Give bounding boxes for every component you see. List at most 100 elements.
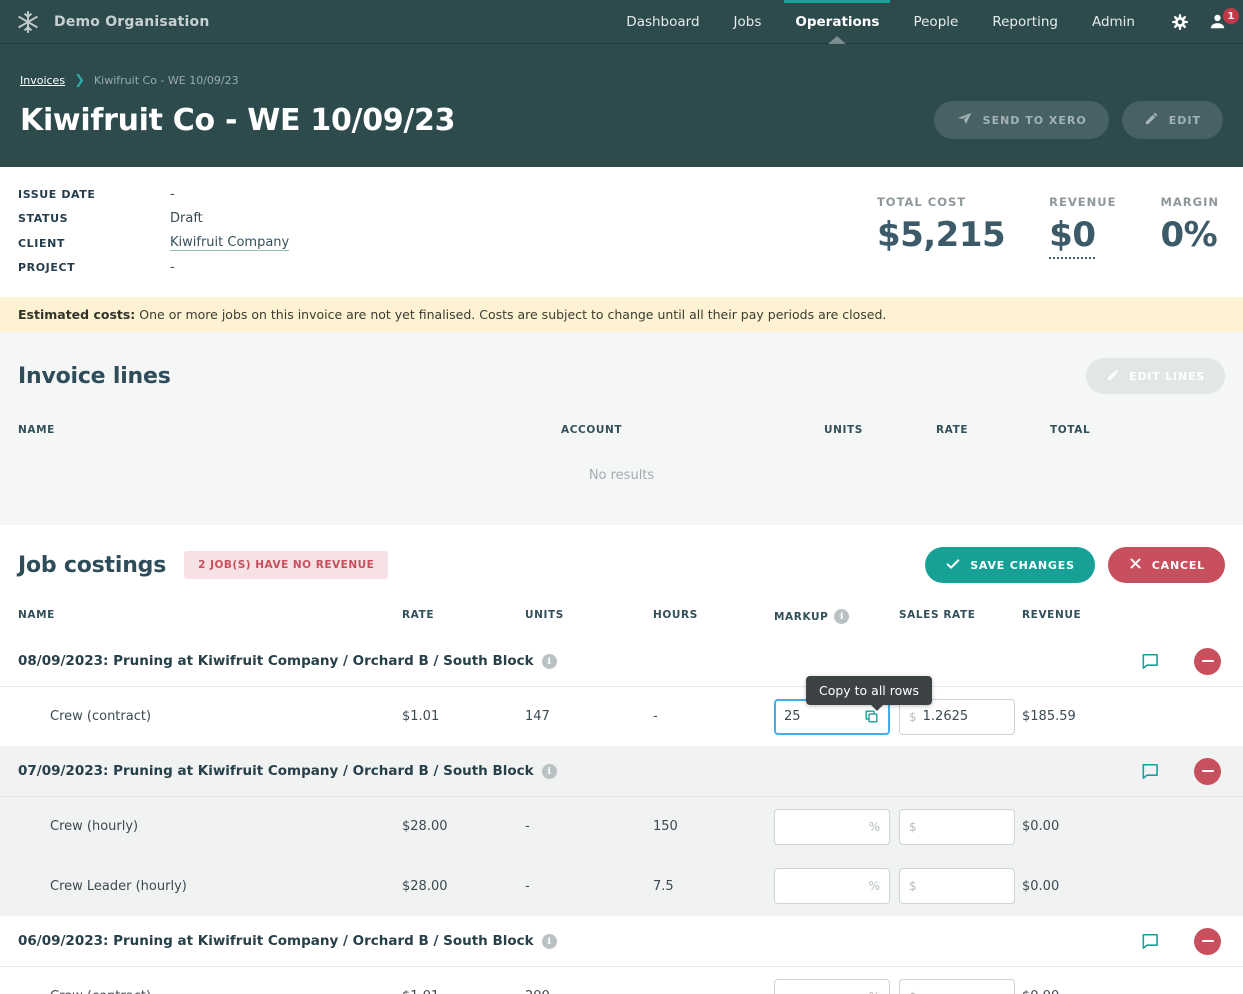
edit-button[interactable]: EDIT [1122,101,1223,139]
job-group-title: 07/09/2023: Pruning at Kiwifruit Company… [18,763,557,779]
col-revenue: REVENUE [1022,609,1225,624]
edit-lines-button[interactable]: EDIT LINES [1086,358,1225,394]
status-value: Draft [170,211,203,226]
remove-job-button[interactable] [1194,758,1221,785]
row-units: - [525,819,653,834]
comment-icon[interactable] [1140,651,1160,671]
check-icon [945,556,961,575]
breadcrumb: Invoices ❯ Kiwifruit Co - WE 10/09/23 [20,74,1223,87]
markup-input[interactable] [784,709,863,724]
nav-item-admin[interactable]: Admin [1075,0,1152,44]
markup-info-icon[interactable]: i [834,609,849,624]
row-rate: $1.01 [402,709,525,724]
nav-item-jobs[interactable]: Jobs [717,0,779,44]
nav-item-operations[interactable]: Operations [778,0,896,44]
job-costings-section: Job costings 2 JOB(S) HAVE NO REVENUE SA… [0,525,1243,994]
pencil-icon [1144,111,1159,129]
col-hours: HOURS [653,609,774,624]
cancel-button[interactable]: CANCEL [1108,547,1225,583]
row-hours: - [653,709,774,724]
comment-icon[interactable] [1140,931,1160,951]
sales-rate-input[interactable] [923,879,1005,894]
brand[interactable]: Demo Organisation [14,8,210,36]
top-nav: Demo Organisation Dashboard Jobs Operati… [0,0,1243,44]
costing-row: Crew Leader (hourly) $28.00 - 7.5 % $ [0,856,1243,916]
col-rate: RATE [936,424,1050,436]
page-title: Kiwifruit Co - WE 10/09/23 [20,103,455,138]
org-name: Demo Organisation [54,14,210,30]
dollar-prefix: $ [909,990,917,994]
markup-input[interactable] [784,819,865,834]
revenue-value[interactable]: $0 [1049,215,1095,259]
job-group: 06/09/2023: Pruning at Kiwifruit Company… [0,916,1243,994]
row-units: - [525,879,653,894]
settings-gear-icon[interactable] [1170,12,1190,32]
nav-item-dashboard[interactable]: Dashboard [609,0,716,44]
remove-job-button[interactable] [1194,648,1221,675]
no-results-text: No results [18,468,1225,483]
percent-suffix: % [869,820,880,834]
save-changes-button[interactable]: SAVE CHANGES [925,547,1095,583]
row-hours: 150 [653,819,774,834]
job-group: 08/09/2023: Pruning at Kiwifruit Company… [0,636,1243,746]
user-profile-icon[interactable]: 1 [1208,12,1227,31]
col-sales-rate: SALES RATE [899,609,1022,624]
banner-text: One or more jobs on this invoice are not… [135,307,886,322]
sales-rate-input[interactable] [923,819,1005,834]
row-revenue: $0.00 [1022,989,1225,994]
breadcrumb-invoices-link[interactable]: Invoices [20,74,65,87]
issue-date-value: - [170,187,175,202]
sales-rate-input[interactable] [923,709,1005,724]
status-label: STATUS [18,212,170,225]
job-info-icon[interactable]: i [542,934,557,949]
row-hours: 7.5 [653,879,774,894]
sales-rate-input[interactable] [923,989,1005,994]
nav-item-people[interactable]: People [896,0,975,44]
job-group: 07/09/2023: Pruning at Kiwifruit Company… [0,746,1243,916]
sales-rate-input-box: $ [899,868,1015,904]
markup-input-box: % [774,868,890,904]
dollar-prefix: $ [909,820,917,834]
row-units: 147 [525,709,653,724]
percent-suffix: % [869,879,880,893]
markup-input[interactable] [784,879,865,894]
notification-badge[interactable]: 1 [1223,8,1239,24]
comment-icon[interactable] [1140,761,1160,781]
markup-input[interactable] [784,989,865,994]
row-revenue: $0.00 [1022,819,1225,834]
invoice-summary: ISSUE DATE - STATUS Draft CLIENT Kiwifru… [0,167,1243,297]
chevron-right-icon: ❯ [74,74,85,87]
invoice-lines-heading: Invoice lines [18,364,171,389]
breadcrumb-current: Kiwifruit Co - WE 10/09/23 [94,74,239,87]
total-cost-label: TOTAL COST [877,195,1005,209]
invoice-lines-section: Invoice lines EDIT LINES NAME ACCOUNT UN… [0,332,1243,525]
costing-row: Crew (contract) $1.01 200 - % $ $0.00 [0,966,1243,994]
remove-job-button[interactable] [1194,928,1221,955]
job-costings-header-row: NAME RATE UNITS HOURS MARKUP i SALES RAT… [0,609,1243,636]
job-info-icon[interactable]: i [542,654,557,669]
job-group-title: 06/09/2023: Pruning at Kiwifruit Company… [18,933,557,949]
markup-input-box: % [774,809,890,845]
row-rate: $28.00 [402,819,525,834]
job-info-icon[interactable]: i [542,764,557,779]
costing-row: Crew (contract) $1.01 147 - Copy to all … [0,686,1243,746]
copy-to-all-rows-icon[interactable] [863,708,880,725]
col-units: UNITS [525,609,653,624]
job-costings-heading: Job costings [18,553,166,578]
client-link[interactable]: Kiwifruit Company [170,235,289,251]
page-actions: SEND TO XERO EDIT [934,101,1223,139]
pencil-icon [1106,368,1120,385]
issue-date-label: ISSUE DATE [18,188,170,201]
revenue-label: REVENUE [1049,195,1116,209]
col-markup: MARKUP [774,611,828,623]
col-total: TOTAL [1050,424,1225,436]
row-hours: - [653,989,774,994]
percent-suffix: % [869,990,880,994]
row-rate: $1.01 [402,989,525,994]
estimated-costs-banner: Estimated costs: One or more jobs on thi… [0,297,1243,332]
app-root: Demo Organisation Dashboard Jobs Operati… [0,0,1243,994]
row-units: 200 [525,989,653,994]
sales-rate-input-box: $ [899,809,1015,845]
send-to-xero-button[interactable]: SEND TO XERO [934,101,1109,139]
nav-item-reporting[interactable]: Reporting [975,0,1075,44]
